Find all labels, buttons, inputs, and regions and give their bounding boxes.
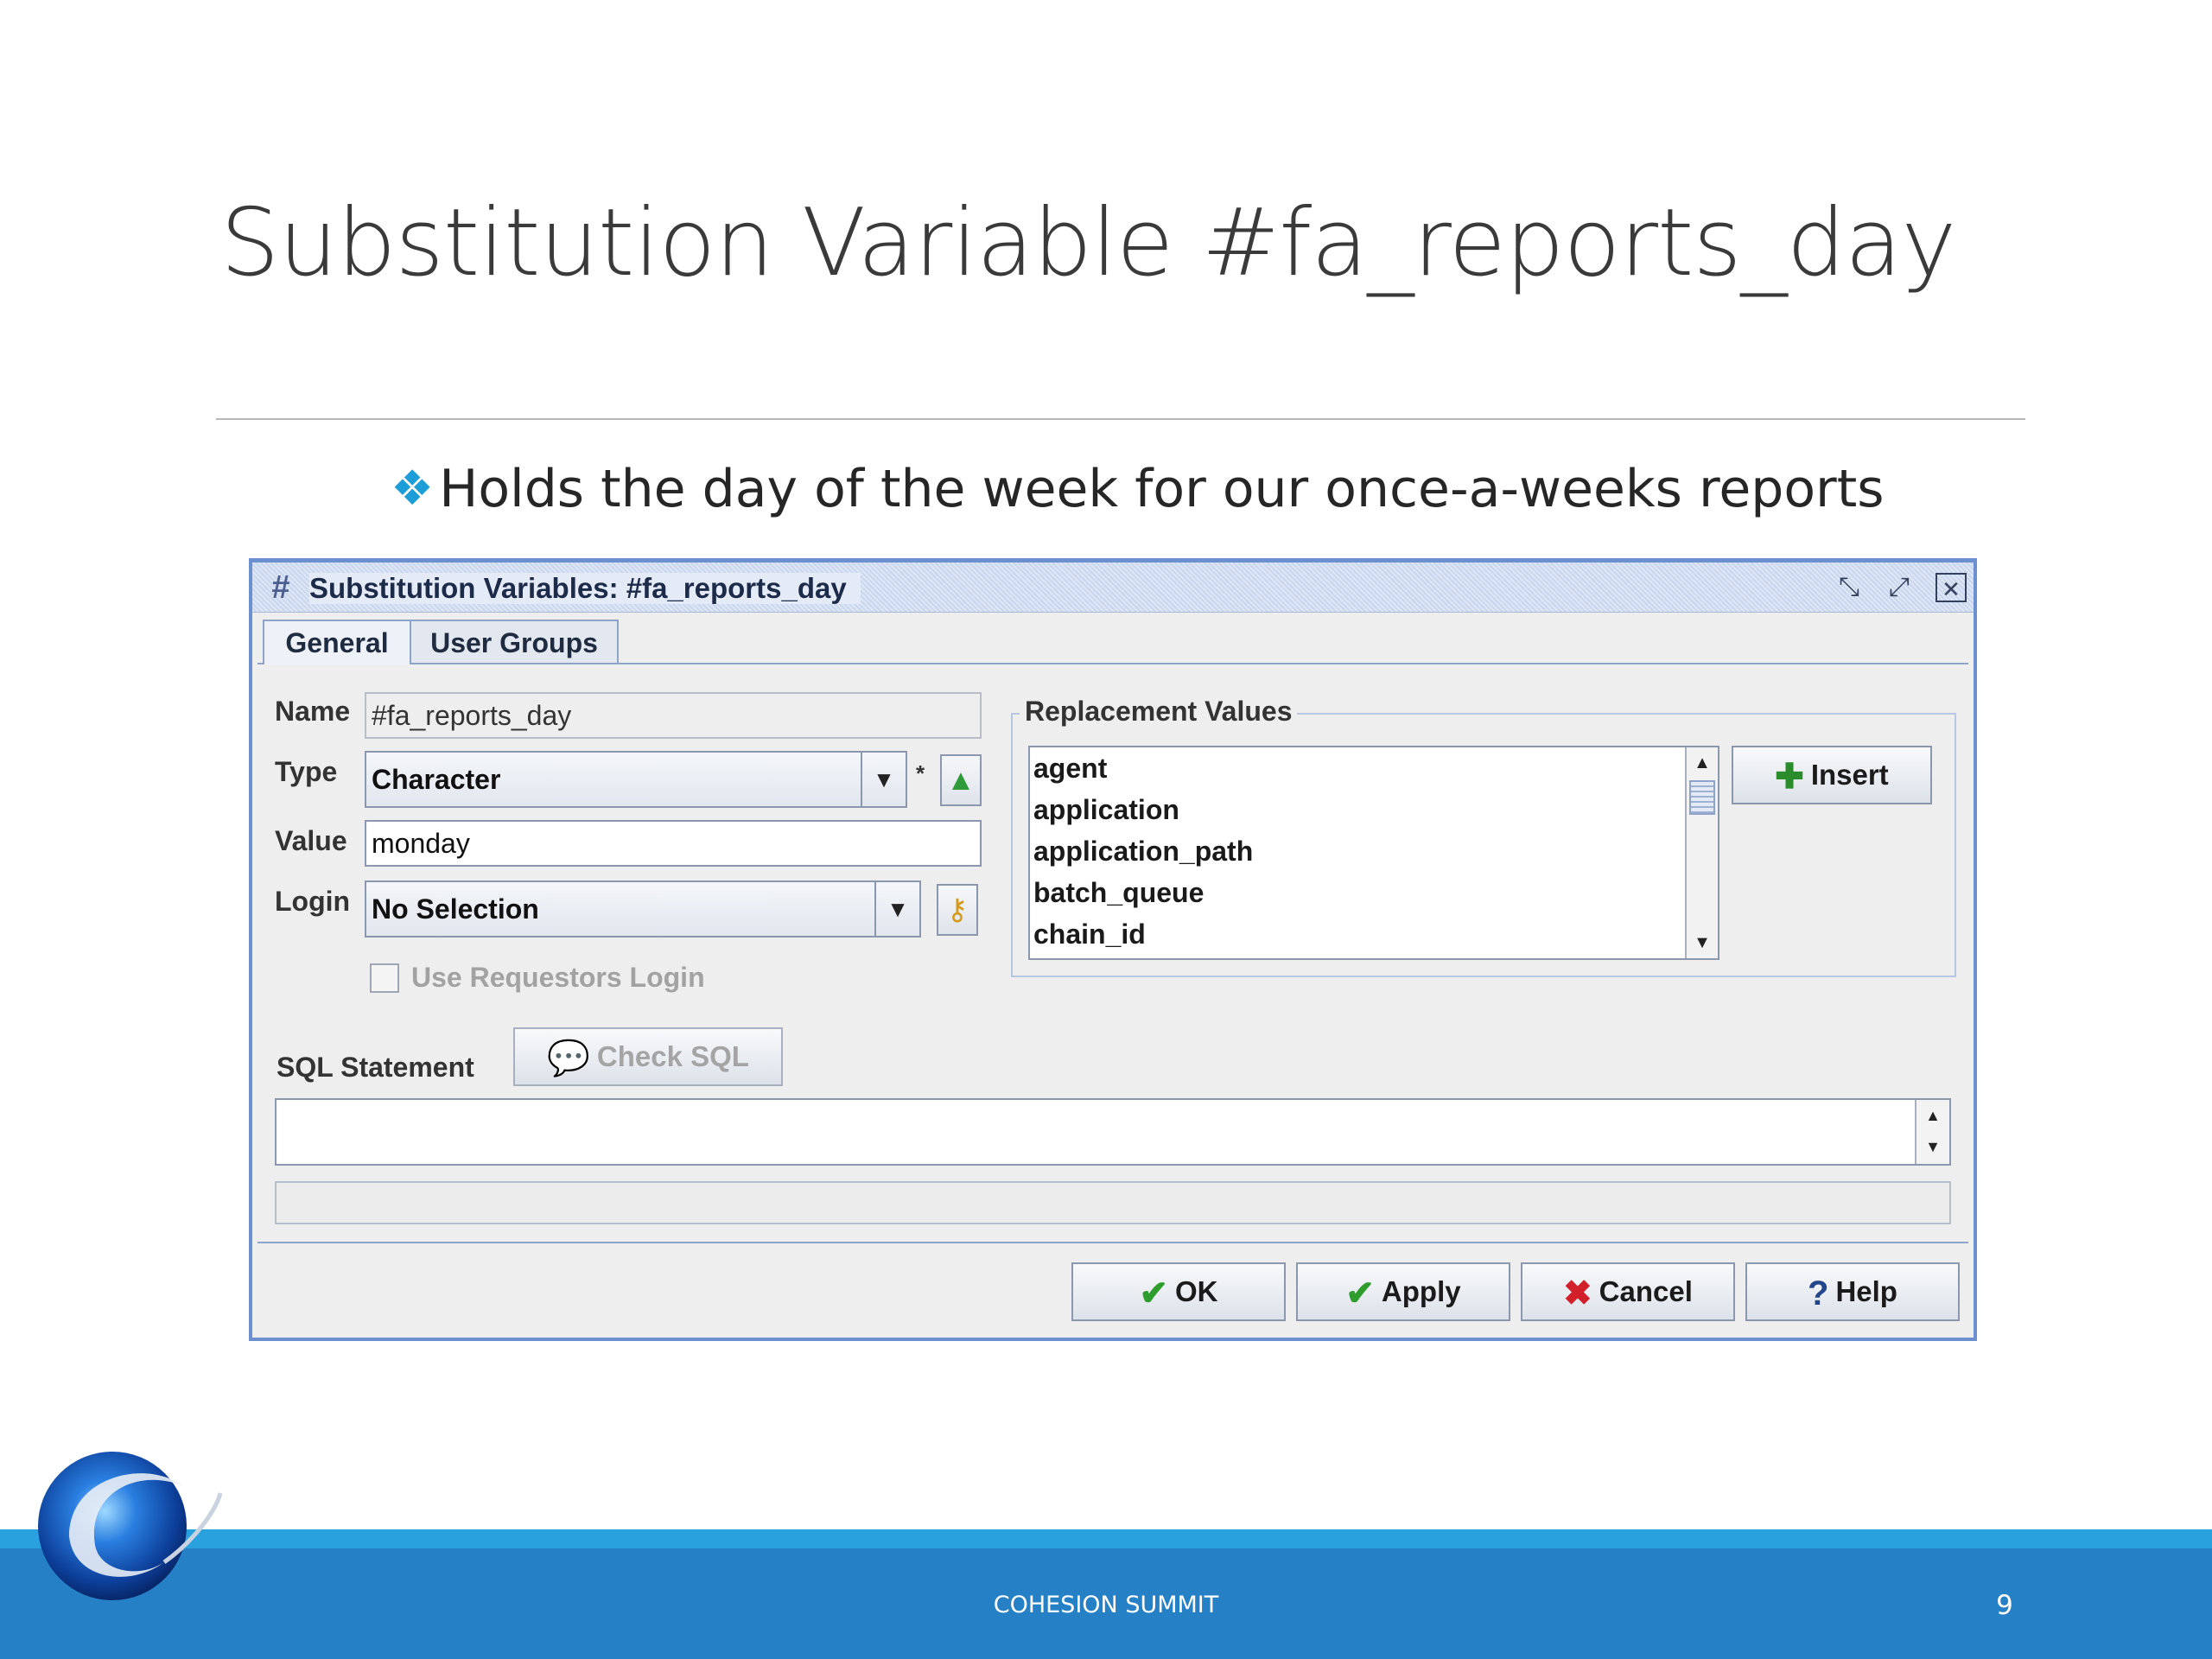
help-button[interactable]: ? Help <box>1745 1262 1960 1321</box>
footer-accent-line <box>0 1529 2212 1548</box>
speech-bubble-icon: 💬 <box>547 1039 590 1077</box>
cancel-button[interactable]: ✖ Cancel <box>1521 1262 1735 1321</box>
scroll-up-icon[interactable]: ▲ <box>1687 747 1718 779</box>
list-item[interactable]: application_path <box>1030 830 1718 872</box>
tab-general[interactable]: General <box>263 620 411 664</box>
value-input[interactable]: monday <box>365 820 982 867</box>
name-label: Name <box>275 696 351 727</box>
apply-label: Apply <box>1381 1275 1461 1307</box>
replacement-values-title: Replacement Values <box>1020 694 1298 728</box>
login-select[interactable]: No Selection ▼ <box>365 880 921 938</box>
sql-statement-textarea[interactable]: ▲ ▼ <box>275 1098 1951 1166</box>
bullet-text: Holds the day of the week for our once-a… <box>439 459 1885 519</box>
type-label: Type <box>275 756 338 787</box>
substitution-variables-dialog: # Substitution Variables: #fa_reports_da… <box>249 558 1977 1341</box>
slide-title: Substitution Variable #fa_reports_day <box>220 189 1956 297</box>
use-requestors-login-checkbox[interactable] <box>370 963 399 993</box>
sql-statement-label: SQL Statement <box>276 1052 474 1083</box>
footer-text: COHESION SUMMIT <box>993 1592 1219 1618</box>
list-item[interactable]: application <box>1030 789 1718 830</box>
status-bar <box>275 1181 1951 1224</box>
list-scrollbar[interactable]: ▲ ▼ <box>1685 747 1718 958</box>
ok-label: OK <box>1175 1275 1218 1307</box>
chevron-down-icon[interactable]: ▼ <box>861 753 906 806</box>
value-label: Value <box>275 825 347 856</box>
sql-scrollbar[interactable]: ▲ ▼ <box>1915 1100 1949 1164</box>
x-mark-icon: ✖ <box>1563 1274 1592 1313</box>
list-item[interactable]: batch_queue <box>1030 872 1718 913</box>
scroll-down-icon[interactable]: ▼ <box>1687 927 1718 958</box>
name-field[interactable]: #fa_reports_day <box>365 692 982 739</box>
insert-plus-icon: ✚ <box>1775 758 1804 796</box>
scrollbar-thumb[interactable] <box>1689 780 1715 815</box>
list-item[interactable]: chain_id <box>1030 913 1718 955</box>
apply-button[interactable]: ✔ Apply <box>1296 1262 1510 1321</box>
question-mark-icon: ? <box>1808 1274 1829 1313</box>
cancel-label: Cancel <box>1599 1275 1693 1307</box>
shapes-icon[interactable]: ▲ <box>940 754 982 806</box>
type-select[interactable]: Character ▼ <box>365 751 907 808</box>
type-select-value: Character <box>372 764 501 795</box>
page-number: 9 <box>1996 1590 2013 1621</box>
check-sql-button[interactable]: 💬 Check SQL <box>513 1027 783 1086</box>
login-select-value: No Selection <box>372 893 539 925</box>
globe-logo-icon <box>38 1452 223 1600</box>
checkmark-icon: ✔ <box>1139 1274 1168 1313</box>
diamond-bullet-icon: ❖ <box>391 461 435 517</box>
bullet-point: ❖ Holds the day of the week for our once… <box>391 454 1946 524</box>
insert-button-label: Insert <box>1810 759 1889 791</box>
ok-button[interactable]: ✔ OK <box>1071 1262 1286 1321</box>
key-icon[interactable]: ⚷ <box>937 884 978 936</box>
insert-button[interactable]: ✚ Insert <box>1732 746 1932 804</box>
minimize-icon[interactable]: ⤡ <box>1834 573 1865 602</box>
panel-divider <box>257 1242 1968 1243</box>
hash-icon: # <box>271 569 290 606</box>
use-requestors-login-label: Use Requestors Login <box>411 962 705 993</box>
close-icon[interactable]: ✕ <box>1936 573 1967 602</box>
required-marker: * <box>916 760 925 786</box>
help-label: Help <box>1835 1275 1897 1307</box>
title-divider <box>216 418 2025 420</box>
maximize-icon[interactable]: ⤢ <box>1884 573 1915 602</box>
dialog-title: Substitution Variables: #fa_reports_day <box>309 573 861 604</box>
tab-panel-border <box>257 663 1968 664</box>
check-sql-label: Check SQL <box>596 1040 749 1072</box>
list-item[interactable]: agent <box>1030 747 1718 789</box>
tab-user-groups[interactable]: User Groups <box>410 620 619 664</box>
chevron-down-icon[interactable]: ▼ <box>874 882 919 936</box>
checkmark-icon: ✔ <box>1345 1274 1375 1313</box>
login-label: Login <box>275 886 351 917</box>
dialog-titlebar[interactable]: # Substitution Variables: #fa_reports_da… <box>252 563 1974 613</box>
replacement-values-list[interactable]: agent application application_path batch… <box>1028 746 1719 960</box>
